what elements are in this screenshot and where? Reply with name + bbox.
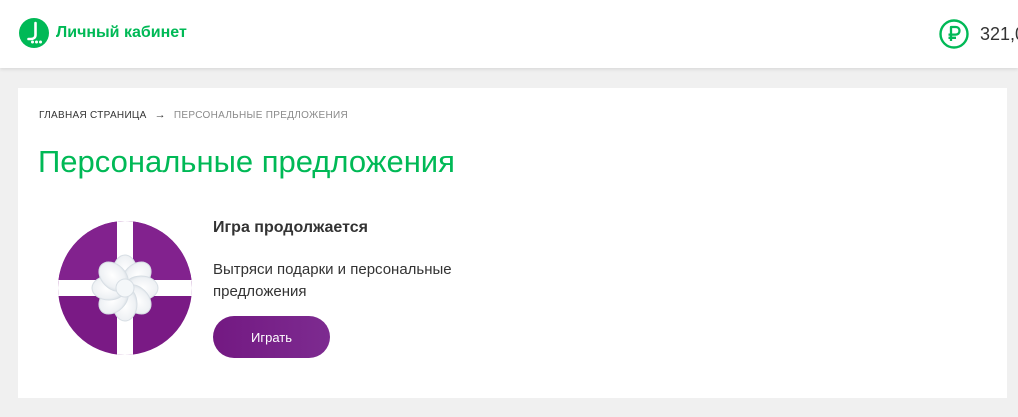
balance-widget[interactable]: 321,0 — [939, 19, 1018, 49]
promo-title: Игра продолжается — [213, 219, 368, 236]
breadcrumb-arrow-icon: → — [154, 109, 166, 121]
page-title: Персональные предложения — [38, 144, 455, 179]
breadcrumb-home-link[interactable]: ГЛАВНАЯ СТРАНИЦА — [39, 110, 147, 121]
offers-card: ГЛАВНАЯ СТРАНИЦА → ПЕРСОНАЛЬНЫЕ ПРЕДЛОЖЕ… — [18, 88, 1007, 398]
balance-amount: 321,0 — [980, 23, 1018, 44]
gift-icon — [58, 221, 192, 355]
breadcrumb-current: ПЕРСОНАЛЬНЫЕ ПРЕДЛОЖЕНИЯ — [173, 109, 349, 121]
top-header: Личный кабинет 321,0 — [0, 0, 1018, 68]
play-button[interactable]: Играть — [213, 316, 330, 358]
promo-description: Вытряси подарки и персональные предложен… — [213, 261, 452, 300]
brand-title: Личный кабинет — [56, 24, 187, 41]
brand-link[interactable]: Личный кабинет — [19, 18, 187, 48]
megafon-logo-icon — [19, 18, 49, 48]
ruble-icon — [939, 19, 969, 49]
breadcrumb: ГЛАВНАЯ СТРАНИЦА → ПЕРСОНАЛЬНЫЕ ПРЕДЛОЖЕ… — [39, 109, 348, 121]
